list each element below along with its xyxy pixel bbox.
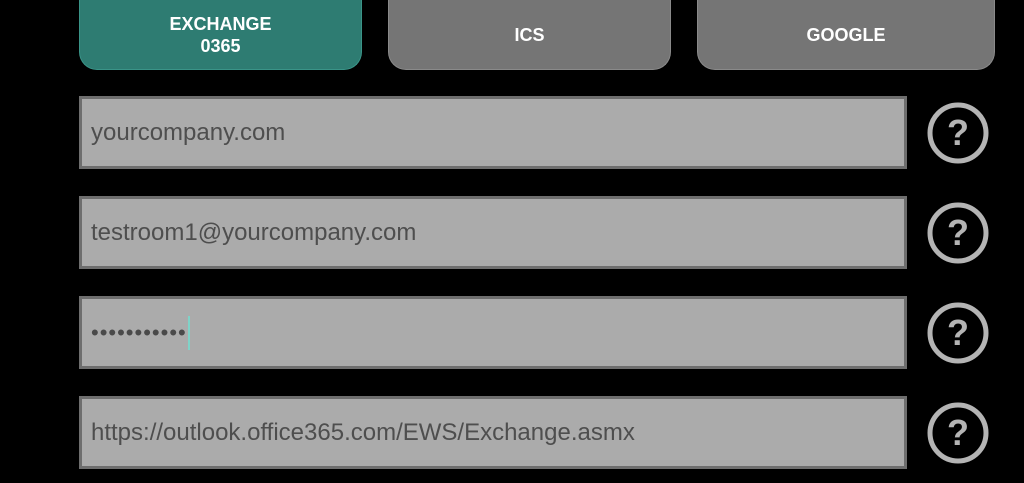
question-circle-icon: ? <box>927 102 989 164</box>
password-field[interactable]: ••••••••••• <box>79 296 907 369</box>
calendar-settings-screen: EXCHANGE 0365 ICS GOOGLE yourcompany.com… <box>0 0 1024 483</box>
tab-label: EXCHANGE 0365 <box>169 13 272 56</box>
tab-label: GOOGLE <box>806 24 886 45</box>
tab-google[interactable]: GOOGLE <box>697 0 995 70</box>
ews-url-help-icon[interactable]: ? <box>926 401 990 465</box>
svg-text:?: ? <box>947 112 969 153</box>
question-circle-icon: ? <box>927 202 989 264</box>
password-value: ••••••••••• <box>91 319 187 345</box>
domain-help-icon[interactable]: ? <box>926 101 990 165</box>
email-help-icon[interactable]: ? <box>926 201 990 265</box>
domain-value: yourcompany.com <box>91 118 286 146</box>
tab-ics[interactable]: ICS <box>388 0 671 70</box>
svg-text:?: ? <box>947 412 969 453</box>
email-value: testroom1@yourcompany.com <box>91 218 417 246</box>
domain-field[interactable]: yourcompany.com <box>79 96 907 169</box>
password-help-icon[interactable]: ? <box>926 301 990 365</box>
svg-text:?: ? <box>947 312 969 353</box>
email-field[interactable]: testroom1@yourcompany.com <box>79 196 907 269</box>
ews-url-value: https://outlook.office365.com/EWS/Exchan… <box>91 418 635 446</box>
svg-text:?: ? <box>947 212 969 253</box>
tab-exchange-o365[interactable]: EXCHANGE 0365 <box>79 0 362 70</box>
question-circle-icon: ? <box>927 302 989 364</box>
text-caret <box>187 315 190 350</box>
ews-url-field[interactable]: https://outlook.office365.com/EWS/Exchan… <box>79 396 907 469</box>
tab-label: ICS <box>514 24 545 45</box>
question-circle-icon: ? <box>927 402 989 464</box>
